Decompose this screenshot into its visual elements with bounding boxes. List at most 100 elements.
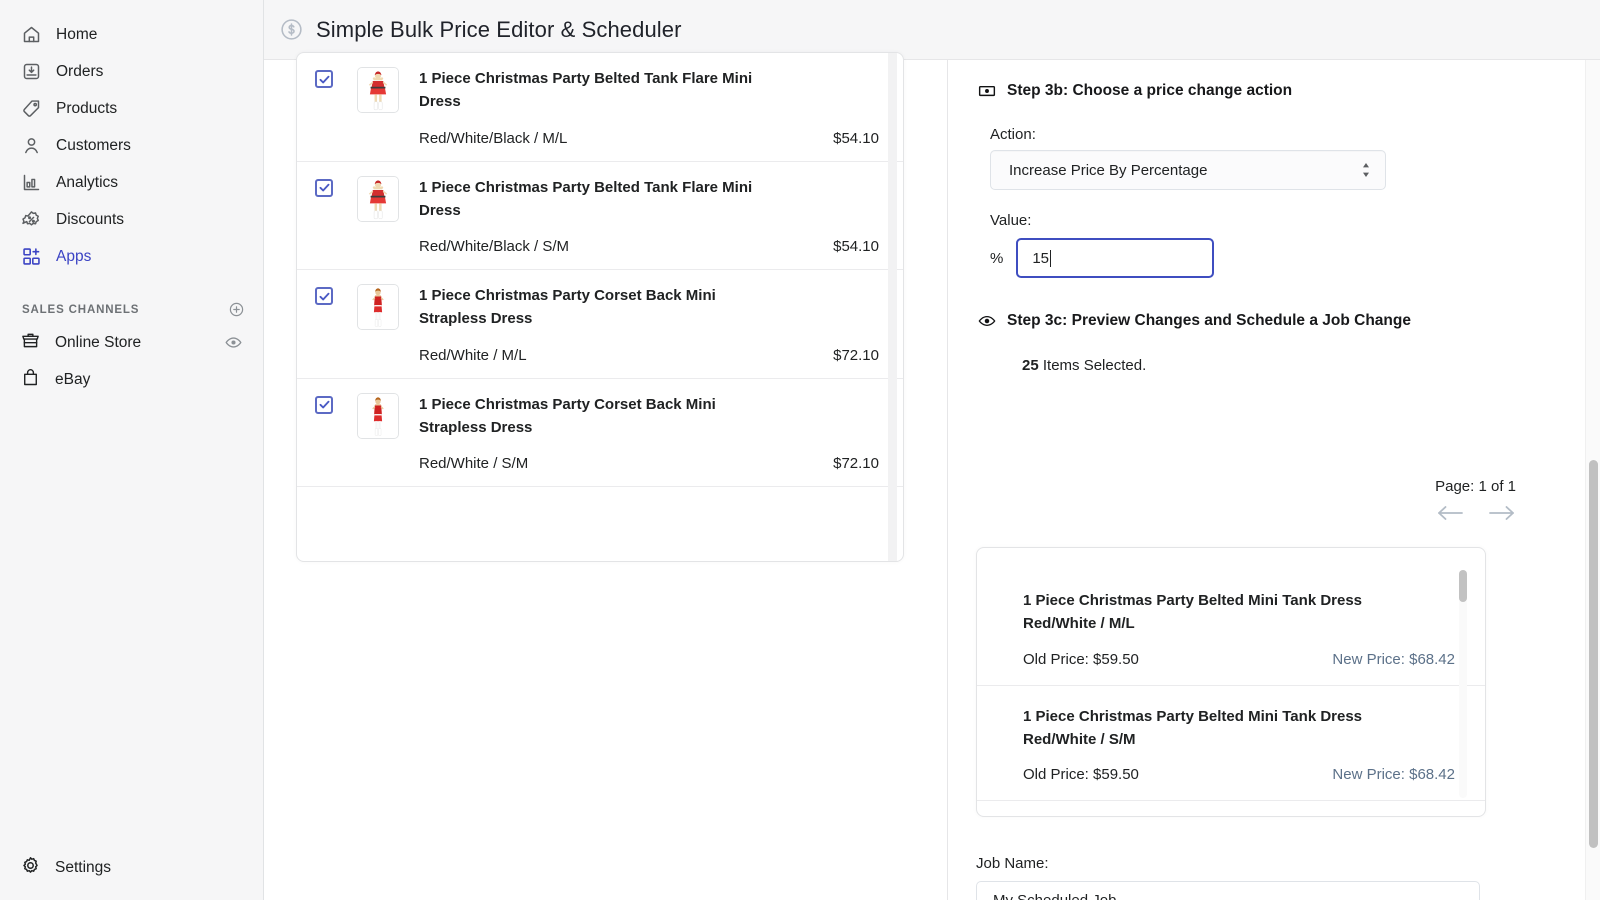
product-info: 1 Piece Christmas Party Belted Tank Flar…	[419, 176, 879, 256]
action-select-value: Increase Price By Percentage	[1009, 162, 1207, 179]
page-scrollbar-thumb[interactable]	[1589, 460, 1598, 848]
value-input[interactable]: 15	[1016, 238, 1214, 278]
step-3b-title: Step 3b: Choose a price change action	[1007, 82, 1292, 100]
product-price: $54.10	[833, 238, 879, 255]
checkmark-icon	[318, 290, 331, 303]
plus-circle-icon[interactable]	[228, 301, 245, 318]
sidebar-item-online-store[interactable]: Online Store	[8, 324, 255, 361]
chevron-updown-icon	[1361, 161, 1371, 179]
sidebar-item-analytics[interactable]: Analytics	[8, 164, 255, 201]
discount-percent-icon	[20, 209, 42, 231]
action-select[interactable]: Increase Price By Percentage	[990, 150, 1386, 190]
preview-pager: Page: 1 of 1	[1435, 478, 1516, 522]
sidebar-item-label: Settings	[55, 860, 111, 876]
table-row[interactable]: 1 Piece Christmas Party Belted Tank Flar…	[297, 53, 903, 162]
value-input-row: % 15	[990, 238, 1214, 278]
product-list-scroll-area[interactable]: 1 Piece Christmas Party Belted Tank Flar…	[297, 53, 903, 561]
eye-icon[interactable]	[224, 333, 243, 352]
product-tag-icon	[20, 98, 42, 120]
product-thumbnail	[357, 176, 399, 222]
storefront-icon	[20, 330, 41, 356]
row-checkbox[interactable]	[315, 396, 333, 414]
sidebar-item-label: Orders	[56, 64, 103, 80]
value-input-text: 15	[1032, 250, 1049, 267]
sidebar-item-customers[interactable]: Customers	[8, 127, 255, 164]
main-content: Simple Bulk Price Editor & Scheduler	[264, 0, 1600, 900]
checkmark-icon	[318, 181, 331, 194]
sidebar-item-orders[interactable]: Orders	[8, 53, 255, 90]
preview-product-title: 1 Piece Christmas Party Belted Mini Tank…	[1023, 589, 1383, 636]
sidebar-item-home[interactable]: Home	[8, 16, 255, 53]
new-price: New Price: $68.42	[1332, 766, 1455, 783]
table-row[interactable]: 1 Piece Christmas Party Belted Tank Flar…	[297, 162, 903, 271]
job-name-field-group: Job Name: My Scheduled Job	[976, 855, 1480, 900]
product-thumbnail	[357, 393, 399, 439]
app-window: Home Orders Products Customers Analytics	[0, 0, 1600, 900]
page-indicator: Page: 1 of 1	[1435, 478, 1516, 495]
preview-prices: Old Price: $59.50 New Price: $68.42	[1023, 651, 1455, 668]
arrow-right-icon[interactable]	[1488, 504, 1516, 522]
row-checkbox[interactable]	[315, 179, 333, 197]
sidebar-item-label: Products	[56, 101, 117, 117]
job-name-label: Job Name:	[976, 855, 1480, 872]
step-3c-title: Step 3c: Preview Changes and Schedule a …	[1007, 312, 1411, 330]
preview-changes-card: 1 Piece Christmas Party Belted Mini Tank…	[976, 547, 1486, 817]
row-checkbox[interactable]	[315, 70, 333, 88]
app-header: Simple Bulk Price Editor & Scheduler	[264, 0, 1600, 60]
product-thumbnail	[357, 67, 399, 113]
product-title: 1 Piece Christmas Party Corset Back Mini…	[419, 393, 774, 440]
product-image	[358, 68, 398, 112]
sidebar-item-label: Online Store	[55, 335, 141, 351]
preview-scrollbar-track[interactable]	[1459, 570, 1467, 798]
sidebar-item-apps[interactable]: Apps	[8, 238, 255, 275]
sidebar-item-label: eBay	[55, 372, 90, 388]
product-variant: Red/White / S/M	[419, 455, 528, 472]
action-field-label-wrap: Action:	[990, 126, 1036, 143]
banknote-icon	[978, 82, 996, 100]
product-meta: Red/White/Black / M/L $54.10	[419, 130, 879, 147]
product-variant: Red/White/Black / S/M	[419, 238, 569, 255]
preview-prices: Old Price: $59.50 New Price: $68.42	[1023, 766, 1455, 783]
product-price: $72.10	[833, 455, 879, 472]
sidebar-item-settings[interactable]: Settings	[8, 849, 271, 886]
sidebar-item-label: Apps	[56, 249, 91, 265]
product-price: $54.10	[833, 130, 879, 147]
row-checkbox[interactable]	[315, 287, 333, 305]
product-price: $72.10	[833, 347, 879, 364]
arrow-left-icon[interactable]	[1436, 504, 1464, 522]
page-title: Simple Bulk Price Editor & Scheduler	[316, 17, 682, 43]
checkmark-icon	[318, 398, 331, 411]
table-row[interactable]: 1 Piece Christmas Party Corset Back Mini…	[297, 379, 903, 488]
list-item: 1 Piece Christmas Party Belted Mini Tank…	[977, 570, 1485, 686]
sidebar-item-label: Home	[56, 27, 97, 43]
product-list-column: 1 Piece Christmas Party Belted Tank Flar…	[264, 60, 948, 900]
product-variant: Red/White / M/L	[419, 347, 527, 364]
product-list-card: 1 Piece Christmas Party Belted Tank Flar…	[296, 52, 904, 562]
product-meta: Red/White/Black / S/M $54.10	[419, 238, 879, 255]
table-row[interactable]: 1 Piece Christmas Party Corset Back Mini…	[297, 270, 903, 379]
step-3c-heading: Step 3c: Preview Changes and Schedule a …	[978, 312, 1411, 330]
sidebar: Home Orders Products Customers Analytics	[0, 0, 264, 900]
items-selected-status: 25 Items Selected.	[1022, 357, 1146, 374]
sidebar-item-ebay[interactable]: eBay	[8, 361, 255, 398]
sales-channels-title: SALES CHANNELS	[22, 304, 139, 316]
sidebar-item-discounts[interactable]: Discounts	[8, 201, 255, 238]
job-name-input[interactable]: My Scheduled Job	[976, 881, 1480, 900]
product-info: 1 Piece Christmas Party Belted Tank Flar…	[419, 67, 879, 147]
apps-grid-plus-icon	[20, 246, 42, 268]
sales-channels-section-header: SALES CHANNELS	[22, 301, 245, 318]
product-image	[358, 394, 398, 438]
page-scrollbar-track[interactable]	[1585, 60, 1600, 900]
value-label: Value:	[990, 212, 1031, 229]
product-image	[358, 177, 398, 221]
product-meta: Red/White / S/M $72.10	[419, 455, 879, 472]
product-info: 1 Piece Christmas Party Corset Back Mini…	[419, 393, 879, 473]
preview-product-title: 1 Piece Christmas Party Belted Mini Tank…	[1023, 705, 1383, 752]
new-price: New Price: $68.42	[1332, 651, 1455, 668]
preview-scrollbar-thumb[interactable]	[1459, 570, 1467, 602]
product-image	[358, 285, 398, 329]
product-title: 1 Piece Christmas Party Belted Tank Flar…	[419, 176, 774, 223]
product-list-scrollbar[interactable]	[888, 53, 897, 561]
two-column-layout: 1 Piece Christmas Party Belted Tank Flar…	[264, 60, 1600, 900]
sidebar-item-products[interactable]: Products	[8, 90, 255, 127]
